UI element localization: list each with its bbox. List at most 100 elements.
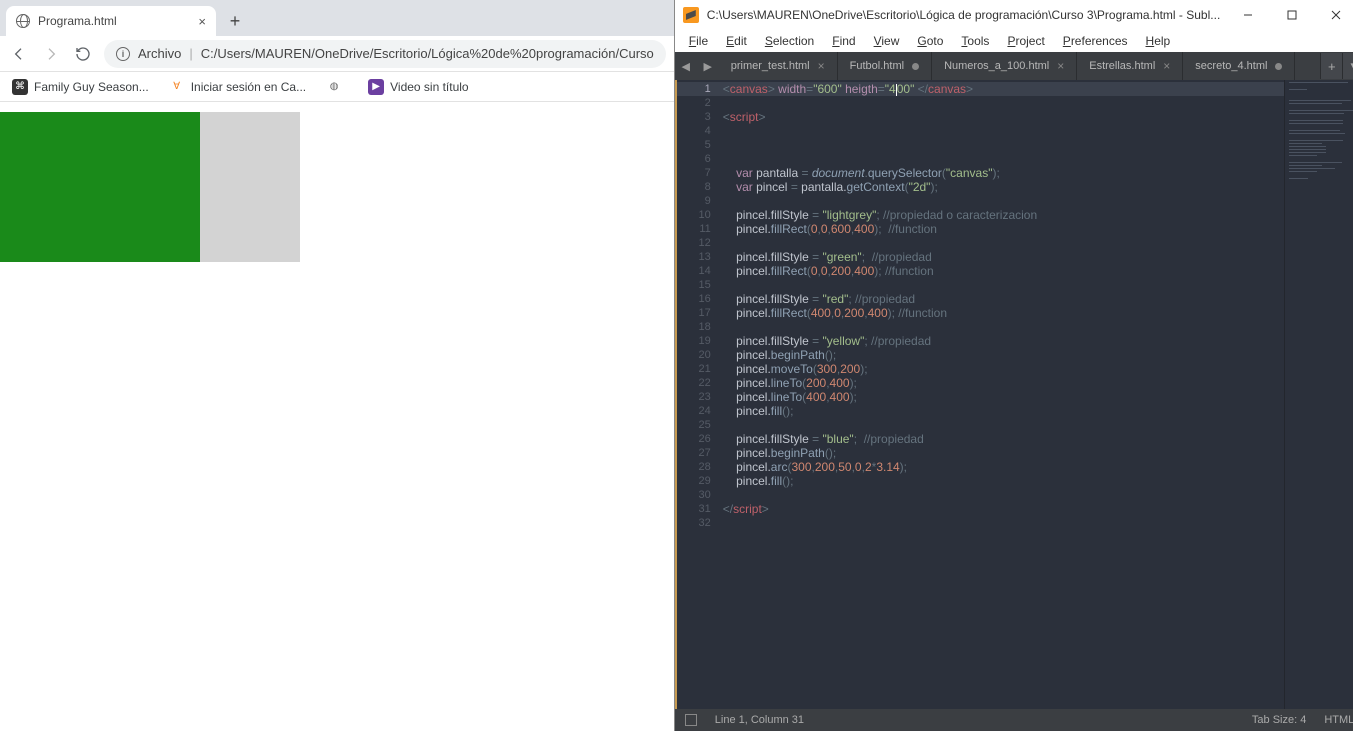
status-tab-size[interactable]: Tab Size: 4	[1252, 714, 1306, 726]
menu-item-edit[interactable]: Edit	[718, 32, 755, 50]
file-tab-label: Estrellas.html	[1089, 60, 1155, 72]
file-tab[interactable]: secreto_4.html	[1183, 52, 1295, 80]
menu-item-help[interactable]: Help	[1138, 32, 1179, 50]
sublime-tabbar: ◀ ▶ primer_test.html×Futbol.htmlNumeros_…	[675, 52, 1353, 80]
bookmark-item[interactable]: ◍	[326, 79, 348, 95]
line-number: 10	[677, 208, 723, 222]
code-line	[723, 320, 1285, 334]
file-tab[interactable]: Numeros_a_100.html ×	[932, 52, 1077, 80]
sublime-logo-icon	[683, 7, 699, 23]
maximize-button[interactable]	[1272, 1, 1312, 29]
close-icon[interactable]: ×	[1163, 59, 1170, 73]
line-number: 27	[677, 446, 723, 460]
line-number: 4	[677, 124, 723, 138]
line-number: 28	[677, 460, 723, 474]
menu-item-view[interactable]: View	[866, 32, 908, 50]
code-content[interactable]: <canvas> width="600" heigth="400" </canv…	[723, 80, 1285, 709]
line-number: 22	[677, 376, 723, 390]
line-number: 14	[677, 264, 723, 278]
line-number: 32	[677, 516, 723, 530]
file-tab-label: Numeros_a_100.html	[944, 60, 1049, 72]
code-line: pincel.fill();	[723, 474, 1285, 488]
status-syntax[interactable]: HTML	[1324, 714, 1353, 726]
menu-item-tools[interactable]: Tools	[953, 32, 997, 50]
tab-menu-button[interactable]: ▾	[1342, 53, 1353, 79]
code-line: pincel.beginPath();	[723, 348, 1285, 362]
chrome-tab-active[interactable]: Programa.html ×	[6, 6, 216, 36]
file-tab[interactable]: Futbol.html	[838, 52, 932, 80]
line-number: 7	[677, 166, 723, 180]
tab-scroll-right[interactable]: ▶	[697, 52, 719, 80]
bookmark-item[interactable]: ▶Video sin título	[368, 79, 469, 95]
close-icon[interactable]: ×	[818, 59, 825, 73]
forward-button[interactable]	[40, 43, 62, 65]
line-number: 20	[677, 348, 723, 362]
menu-item-selection[interactable]: Selection	[757, 32, 822, 50]
code-line: pincel.fillStyle = "green"; //propiedad	[723, 250, 1285, 264]
line-number: 11	[677, 222, 723, 236]
line-number: 8	[677, 180, 723, 194]
chrome-tabstrip: Programa.html × +	[0, 0, 674, 36]
code-line	[723, 96, 1285, 110]
code-line	[723, 516, 1285, 530]
editor-area[interactable]: 1234567891011121314151617181920212223242…	[675, 80, 1353, 709]
line-number: 23	[677, 390, 723, 404]
sublime-menubar: FileEditSelectionFindViewGotoToolsProjec…	[675, 30, 1353, 52]
bookmark-item[interactable]: ⱯIniciar sesión en Ca...	[169, 79, 306, 95]
address-bar[interactable]: i Archivo | C:/Users/MAUREN/OneDrive/Esc…	[104, 40, 666, 68]
code-line	[723, 278, 1285, 292]
code-line: pincel.fillStyle = "yellow"; //propiedad	[723, 334, 1285, 348]
file-tab[interactable]: primer_test.html×	[719, 52, 838, 80]
minimize-button[interactable]	[1228, 1, 1268, 29]
chrome-toolbar: i Archivo | C:/Users/MAUREN/OneDrive/Esc…	[0, 36, 674, 72]
code-line	[723, 124, 1285, 138]
panel-toggle-icon[interactable]	[685, 714, 697, 726]
bookmark-icon: Ɐ	[169, 79, 185, 95]
line-number: 24	[677, 404, 723, 418]
canvas-green-rect	[0, 112, 200, 262]
menu-item-goto[interactable]: Goto	[909, 32, 951, 50]
code-line	[723, 152, 1285, 166]
code-line: <canvas> width="600" heigth="400" </canv…	[723, 82, 1285, 96]
url-text: C:/Users/MAUREN/OneDrive/Escritorio/Lógi…	[201, 46, 654, 61]
line-number: 13	[677, 250, 723, 264]
menu-item-preferences[interactable]: Preferences	[1055, 32, 1136, 50]
line-number: 21	[677, 362, 723, 376]
line-number: 3	[677, 110, 723, 124]
menu-item-project[interactable]: Project	[999, 32, 1052, 50]
chrome-new-tab-button[interactable]: +	[222, 8, 248, 34]
chrome-tab-title: Programa.html	[38, 14, 117, 28]
close-button[interactable]	[1316, 1, 1353, 29]
code-line	[723, 194, 1285, 208]
close-icon[interactable]: ×	[198, 14, 206, 29]
code-line: pincel.arc(300,200,50,0,2*3.14);	[723, 460, 1285, 474]
line-number: 29	[677, 474, 723, 488]
tab-scroll-left[interactable]: ◀	[675, 52, 697, 80]
line-number: 16	[677, 292, 723, 306]
code-line: pincel.lineTo(200,400);	[723, 376, 1285, 390]
back-button[interactable]	[8, 43, 30, 65]
file-tab[interactable]: Estrellas.html ×	[1077, 52, 1183, 80]
code-line	[723, 418, 1285, 432]
line-number: 2	[677, 96, 723, 110]
reload-button[interactable]	[72, 43, 94, 65]
line-number: 1	[677, 82, 723, 96]
menu-item-file[interactable]: File	[681, 32, 716, 50]
line-number: 9	[677, 194, 723, 208]
menu-item-find[interactable]: Find	[824, 32, 863, 50]
line-number: 6	[677, 152, 723, 166]
sublime-titlebar: C:\Users\MAUREN\OneDrive\Escritorio\Lógi…	[675, 0, 1353, 30]
sublime-window: C:\Users\MAUREN\OneDrive\Escritorio\Lógi…	[675, 0, 1353, 731]
tab-new-button[interactable]: +	[1320, 53, 1342, 79]
close-icon[interactable]: ×	[1057, 59, 1064, 73]
globe-icon	[16, 14, 30, 28]
line-number: 17	[677, 306, 723, 320]
bookmark-item[interactable]: ⌘Family Guy Season...	[12, 79, 149, 95]
line-number: 5	[677, 138, 723, 152]
page-content	[0, 102, 674, 731]
code-line: pincel.fill();	[723, 404, 1285, 418]
minimap[interactable]	[1284, 80, 1353, 709]
line-number: 26	[677, 432, 723, 446]
line-number-gutter: 1234567891011121314151617181920212223242…	[675, 80, 723, 709]
code-line	[723, 236, 1285, 250]
